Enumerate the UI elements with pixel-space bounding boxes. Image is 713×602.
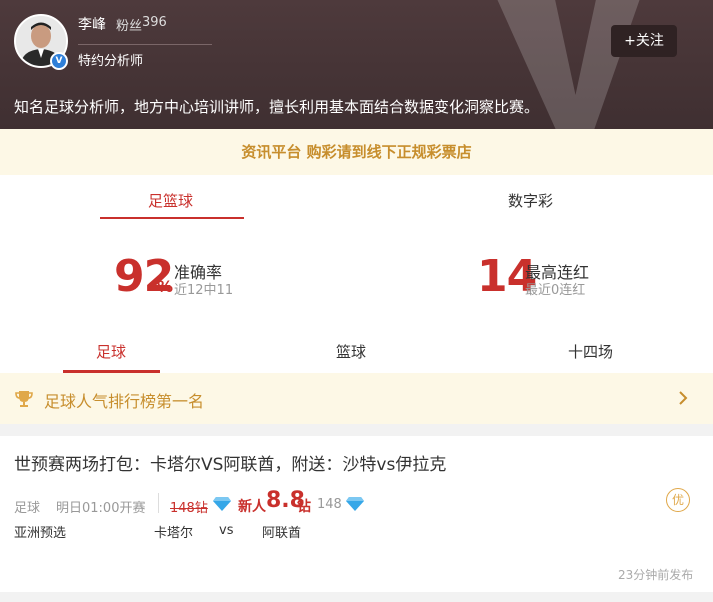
streak-sub: 最近0连红 xyxy=(525,283,586,298)
tab-basketball[interactable]: 篮球 xyxy=(336,341,366,362)
new-user-label: 新人 xyxy=(238,499,266,515)
diamond-icon xyxy=(213,497,231,511)
fans-count: 396 xyxy=(142,15,167,30)
diamond-icon xyxy=(346,497,364,511)
analyst-name[interactable]: 李峰 xyxy=(78,14,106,34)
accuracy-unit: % xyxy=(157,277,174,296)
meta-separator xyxy=(158,493,159,513)
profile-header: V 李峰 粉丝 396 特约分析师 +关注 知名足球分析师，地方中心培训讲师，擅… xyxy=(0,0,713,129)
old-price: 148钻 xyxy=(170,501,208,516)
follow-button[interactable]: +关注 xyxy=(611,25,677,57)
verified-badge-icon: V xyxy=(50,52,68,70)
vs-label: vs xyxy=(219,523,234,538)
article-sport: 足球 xyxy=(14,501,41,516)
stats-card: 足篮球 数字彩 92 % 准确率 近12中11 14 最高连红 最近0连红 足球… xyxy=(0,175,713,373)
analyst-role: 特约分析师 xyxy=(78,54,144,69)
article-kickoff: 明日01:00开赛 xyxy=(56,501,146,516)
tab-football-basketball[interactable]: 足篮球 xyxy=(148,190,193,211)
accuracy-sub: 近12中11 xyxy=(174,283,234,298)
purchase-count: 148 xyxy=(317,497,342,512)
ranking-banner[interactable]: 足球人气排行榜第一名 xyxy=(0,373,713,424)
fans-label: 粉丝 xyxy=(116,19,143,34)
article-card[interactable]: 世预赛两场打包：卡塔尔VS阿联酋，附送：沙特vs伊拉克 足球 明日01:00开赛… xyxy=(0,436,713,592)
tab-football[interactable]: 足球 xyxy=(96,341,126,362)
article-title[interactable]: 世预赛两场打包：卡塔尔VS阿联酋，附送：沙特vs伊拉克 xyxy=(14,450,446,475)
match-league: 亚洲预选 xyxy=(14,526,67,541)
notice-banner: 资讯平台 购彩请到线下正规彩票店 xyxy=(0,129,713,175)
away-team: 阿联酋 xyxy=(262,526,302,541)
posted-time: 23分钟前发布 xyxy=(618,568,694,582)
tab-digital-lottery[interactable]: 数字彩 xyxy=(508,190,553,211)
chevron-right-icon[interactable] xyxy=(676,389,690,407)
header-divider xyxy=(78,44,212,45)
price-unit: 钻 xyxy=(297,499,311,515)
quality-badge: 优 xyxy=(666,488,690,512)
ranking-text: 足球人气排行榜第一名 xyxy=(44,392,205,411)
top-tab-indicator xyxy=(100,217,244,219)
analyst-bio: 知名足球分析师，地方中心培训讲师，擅长利用基本面结合数据变化洞察比赛。 xyxy=(14,98,540,116)
trophy-icon xyxy=(15,391,33,407)
home-team: 卡塔尔 xyxy=(154,526,194,541)
tab-fourteen[interactable]: 十四场 xyxy=(568,341,613,362)
